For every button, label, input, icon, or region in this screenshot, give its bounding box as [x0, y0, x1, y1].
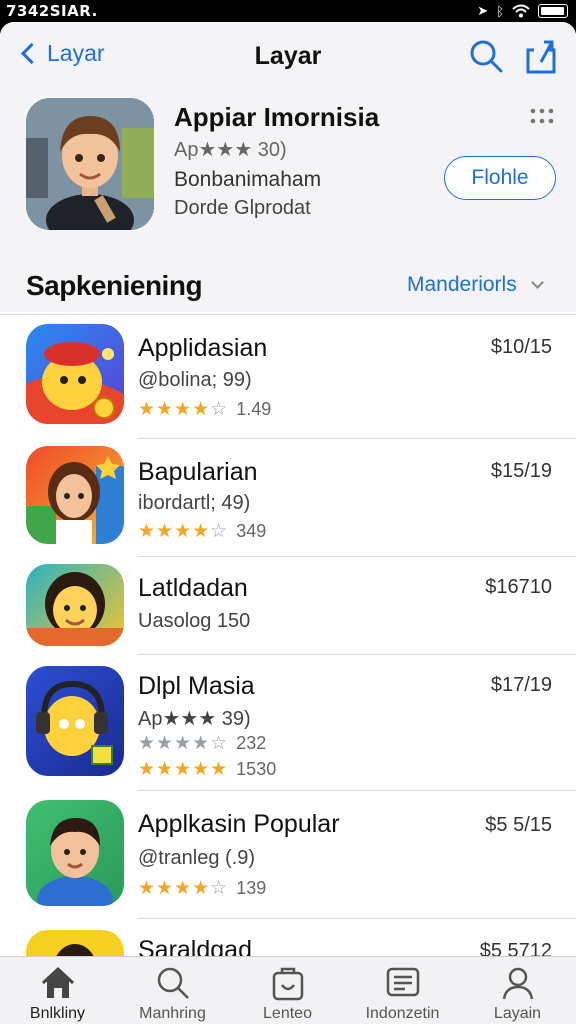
- tab-label: Bnlkliny: [29, 1005, 86, 1022]
- app-rating: ★★★★ ☆ 1.49: [138, 398, 271, 421]
- featured-app-title: Appiar Imornisia: [174, 102, 380, 132]
- status-time: 7342SIAR.: [6, 2, 98, 20]
- tab-search[interactable]: Manhring: [115, 957, 230, 1024]
- star-rating: ★★★★: [138, 399, 211, 420]
- section-link-label: Manderiorls: [407, 273, 517, 296]
- section-see-all-link[interactable]: Manderiorls: [407, 273, 544, 297]
- tab-news[interactable]: Indonzetin: [345, 957, 460, 1024]
- tab-apps[interactable]: Lenteo: [230, 957, 345, 1024]
- app-price[interactable]: $17/19: [491, 674, 552, 697]
- divider: [138, 918, 576, 919]
- tab-home[interactable]: Bnlkliny: [0, 957, 115, 1024]
- character-icon: [26, 98, 154, 230]
- app-subtitle: Uasolog 150: [138, 610, 251, 632]
- tab-profile[interactable]: Layain: [460, 957, 575, 1024]
- tab-label: Indonzetin: [365, 1005, 440, 1022]
- home-icon: [41, 966, 75, 998]
- featured-app-icon[interactable]: [26, 98, 154, 230]
- divider: [138, 438, 576, 439]
- news-icon: [386, 967, 420, 997]
- featured-app-category: Dorde Glprodat: [174, 197, 311, 219]
- boy-character-icon: [26, 572, 124, 646]
- star-rating: ★★★★: [138, 521, 211, 542]
- share-icon[interactable]: [524, 38, 558, 74]
- star-empty: ☆: [210, 733, 229, 754]
- rating-count: 232: [236, 733, 267, 753]
- star-rating: ★★★★★: [138, 759, 229, 780]
- girl-character-icon: [26, 456, 124, 544]
- star-rating: ★★★★: [138, 878, 211, 899]
- status-bar: 7342SIAR. ➤ ᛒ: [0, 0, 576, 22]
- app-subtitle: @tranleg (.9): [138, 847, 256, 869]
- battery-icon: [538, 4, 568, 18]
- app-rating: ★★★★ ☆ 349: [138, 520, 266, 543]
- rating-count: 139: [236, 878, 267, 898]
- app-price[interactable]: $15/19: [491, 460, 552, 483]
- app-price[interactable]: $5 5/15: [485, 814, 552, 837]
- rating-count: 349: [236, 521, 267, 541]
- divider: [138, 654, 576, 655]
- headphone-mascot-icon: [36, 680, 113, 765]
- app-name[interactable]: Dlpl Masia: [138, 672, 255, 701]
- list-app-icon[interactable]: [26, 446, 124, 544]
- tab-label: Lenteo: [263, 1005, 312, 1022]
- star-empty: ☆: [210, 521, 229, 542]
- tab-label: Manhring: [139, 1005, 206, 1022]
- apps-icon: [272, 967, 304, 1001]
- app-rating: ★★★★ ☆ 139: [138, 877, 266, 900]
- more-options-icon[interactable]: [528, 106, 556, 126]
- rating-count: 1530: [236, 759, 277, 779]
- bluetooth-icon: ᛒ: [496, 3, 504, 19]
- app-subtitle: ibordartl; 49): [138, 492, 251, 514]
- app-name[interactable]: Bapularian: [138, 458, 258, 487]
- tab-bar: Bnlkliny Manhring Lenteo Indonzetin Laya…: [0, 956, 576, 1024]
- star-empty: ☆: [210, 399, 229, 420]
- tab-label: Layain: [493, 1005, 542, 1022]
- divider: [138, 556, 576, 557]
- star-rating: ★★★★: [138, 733, 211, 754]
- search-icon: [157, 967, 189, 999]
- boy-avatar-icon: [37, 818, 113, 906]
- divider: [138, 790, 576, 791]
- app-rating-secondary: ★★★★★ 1530: [138, 758, 276, 781]
- list-app-icon[interactable]: [26, 800, 124, 906]
- list-app-icon[interactable]: [26, 666, 124, 776]
- chevron-down-icon: [530, 275, 544, 289]
- app-name[interactable]: Latldadan: [138, 574, 248, 603]
- search-icon[interactable]: [469, 39, 503, 73]
- featured-app-rating: Ap★★★ 30): [174, 139, 287, 161]
- app-name[interactable]: Applkasin Popular: [138, 810, 340, 839]
- wifi-icon: [512, 4, 530, 18]
- app-name[interactable]: Applidasian: [138, 334, 267, 363]
- app-rating: ★★★★ ☆ 232: [138, 732, 266, 755]
- location-icon: ➤: [477, 3, 489, 18]
- app-price[interactable]: $10/15: [491, 336, 552, 359]
- status-icons: ➤ ᛒ: [477, 3, 568, 19]
- featured-app-developer: Bonbanimaham: [174, 168, 322, 191]
- app-price[interactable]: $16710: [485, 576, 552, 599]
- star-empty: ☆: [210, 878, 229, 899]
- mascot-icon: [26, 342, 124, 424]
- nav-bar: Layar Layar: [0, 22, 576, 88]
- profile-icon: [502, 967, 534, 1000]
- divider: [0, 314, 576, 315]
- list-app-icon[interactable]: [26, 564, 124, 646]
- app-subtitle: Ap★★★ 39): [138, 708, 251, 730]
- rating-count: 1.49: [236, 399, 272, 419]
- featured-get-button[interactable]: Flohle: [444, 156, 556, 200]
- app-subtitle: @bolina; 99): [138, 369, 252, 391]
- list-app-icon[interactable]: [26, 324, 124, 424]
- app-store-sheet: Layar Layar Appiar Imornisia Ap★★★ 30) B…: [0, 22, 576, 1024]
- section-title: Sapkeniening: [26, 270, 203, 301]
